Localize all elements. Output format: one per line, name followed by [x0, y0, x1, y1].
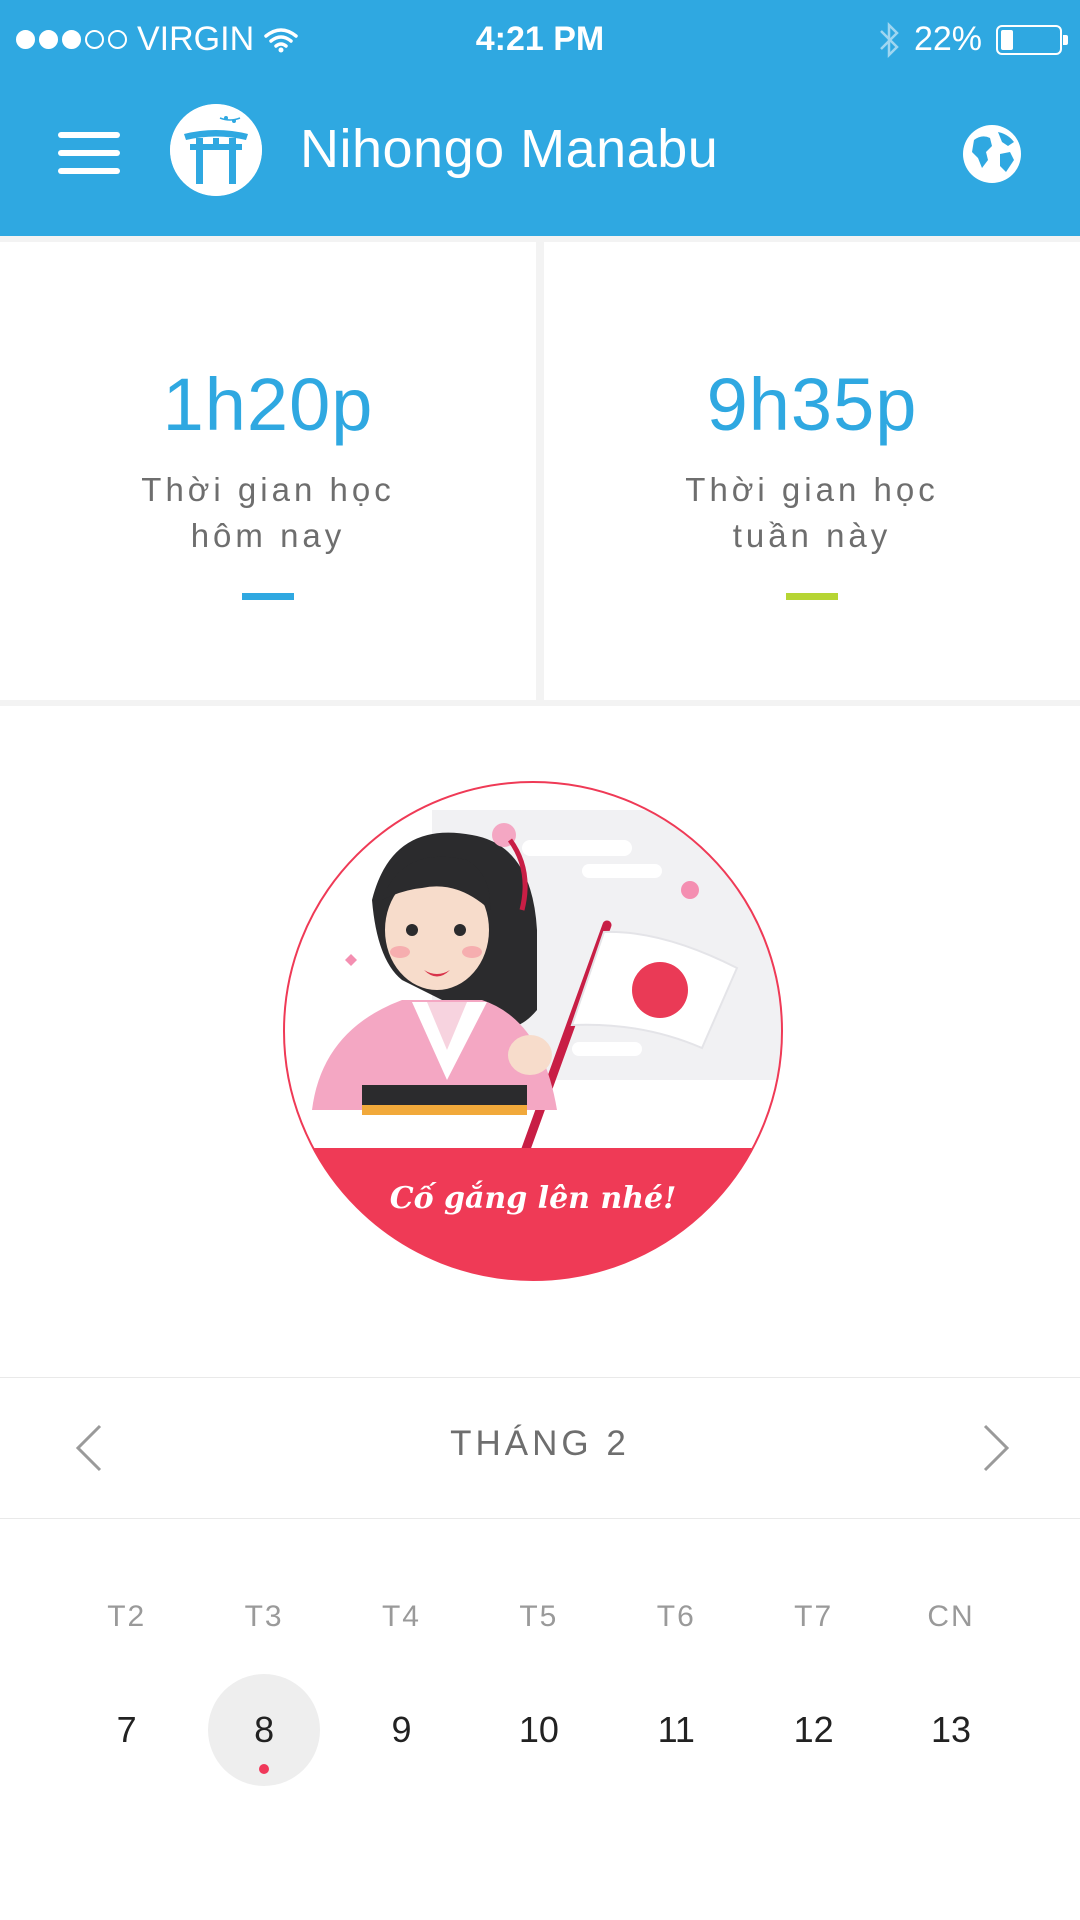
calendar-day[interactable]: 10	[470, 1674, 607, 1786]
app-title: Nihongo Manabu	[300, 119, 719, 179]
weekday-header-row: T2 T3 T4 T5 T6 T7 CN	[58, 1600, 1020, 1634]
calendar-day[interactable]: 12	[745, 1674, 882, 1786]
status-bar: VIRGIN 4:21 PM 22%	[0, 0, 1080, 80]
calendar-day[interactable]: 9	[333, 1674, 470, 1786]
weekday-label: T6	[656, 1600, 696, 1633]
today-study-label: Thời gian học hôm nay	[141, 471, 395, 554]
calendar-day[interactable]: 11	[608, 1674, 745, 1786]
today-accent-bar	[242, 593, 294, 600]
activity-dot	[259, 1764, 270, 1774]
week-accent-bar	[786, 593, 838, 600]
bluetooth-icon	[880, 21, 899, 58]
calendar-day[interactable]: 13	[882, 1674, 1019, 1786]
torii-logo	[170, 104, 262, 196]
app-header: VIRGIN 4:21 PM 22% Nihongo Manabu	[0, 0, 1080, 236]
kimono-girl-illustration: Cố gắng lên nhé!	[283, 781, 783, 1281]
month-navigation: THÁNG 2	[0, 1378, 1080, 1518]
weekday-label: T4	[381, 1600, 421, 1633]
globe-icon[interactable]	[962, 124, 1022, 184]
battery-percent: 22%	[913, 20, 982, 58]
week-calendar: T2 T3 T4 T5 T6 T7 CN 7 8 9 10 11 12 13	[58, 1600, 1020, 1786]
divider	[0, 700, 1080, 706]
day-row: 7 8 9 10 11 12 13	[58, 1674, 1020, 1786]
divider	[0, 1518, 1080, 1519]
week-study-time: 9h35p	[706, 363, 918, 446]
weekday-label: T2	[107, 1600, 147, 1633]
banner-text: Cố gắng lên nhé!	[390, 1180, 677, 1216]
weekday-label: T3	[244, 1600, 284, 1633]
calendar-day-selected[interactable]: 8	[195, 1674, 332, 1786]
week-study-card: 9h35p Thời gian học tuần này	[544, 242, 1080, 700]
weekday-label: CN	[927, 1600, 975, 1633]
menu-icon[interactable]	[58, 132, 120, 174]
stats-section: 1h20p Thời gian học hôm nay 9h35p Thời g…	[0, 236, 1080, 700]
weekday-label: T5	[519, 1600, 559, 1633]
weekday-label: T7	[794, 1600, 834, 1633]
month-label: THÁNG 2	[450, 1424, 630, 1463]
today-study-time: 1h20p	[162, 363, 374, 446]
week-study-label: Thời gian học tuần này	[685, 471, 939, 554]
calendar-day[interactable]: 7	[58, 1674, 195, 1786]
chevron-right-icon[interactable]	[975, 1418, 1015, 1478]
battery-icon	[996, 24, 1068, 55]
today-study-card: 1h20p Thời gian học hôm nay	[0, 242, 536, 700]
